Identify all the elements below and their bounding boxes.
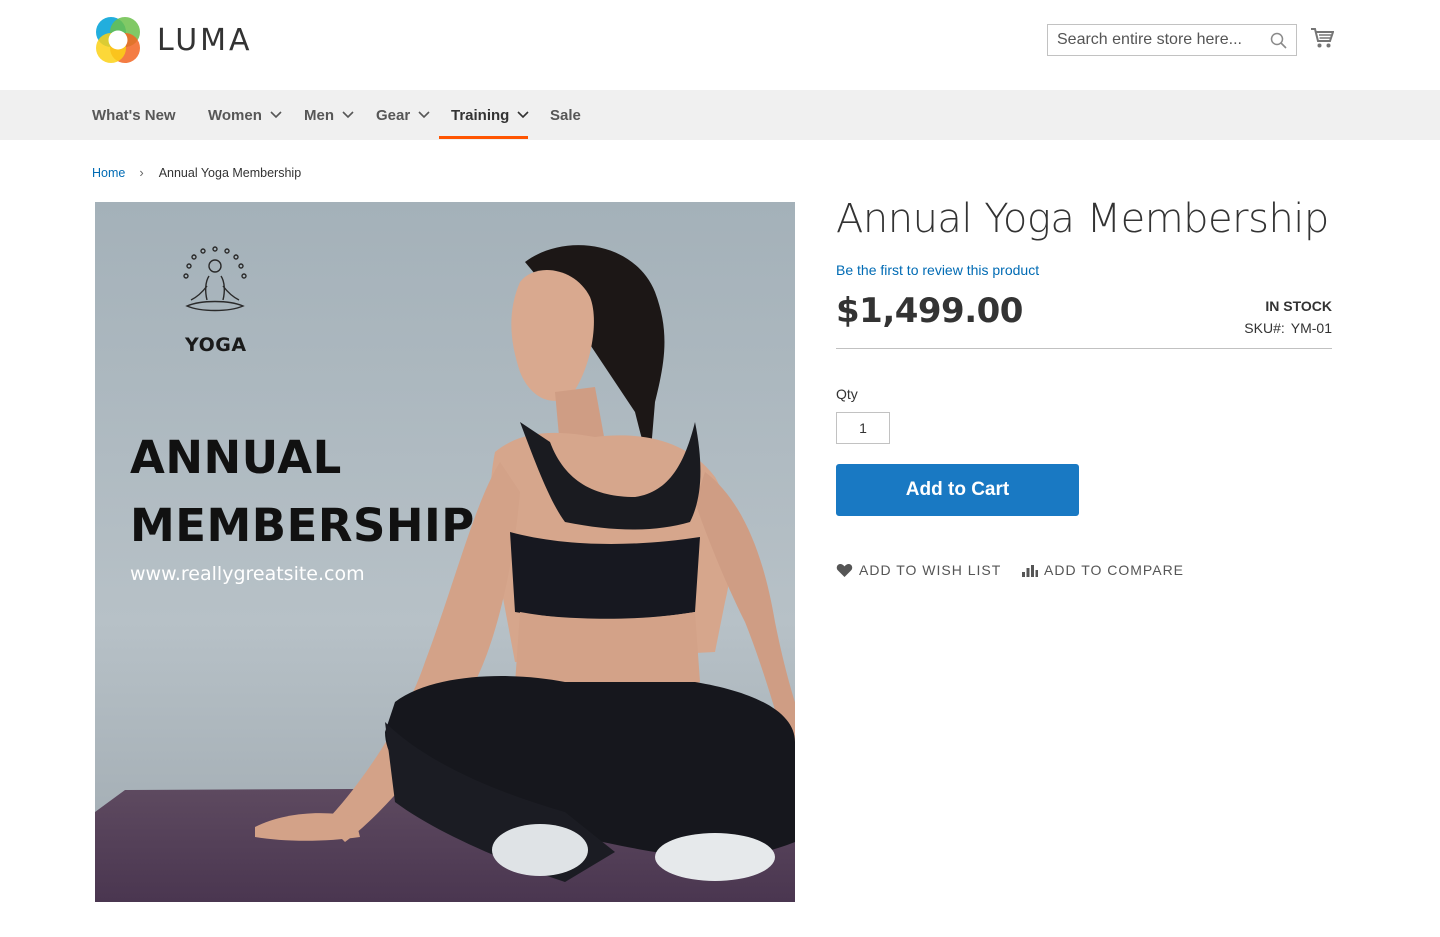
add-to-cart-button[interactable]: Add to Cart bbox=[836, 464, 1079, 516]
nav-item-label: What's New bbox=[92, 106, 176, 124]
sku-value: YM-01 bbox=[1290, 320, 1332, 336]
wishlist-label: ADD TO WISH LIST bbox=[859, 562, 1002, 578]
image-headline: ANNUAL MEMBERSHIP bbox=[130, 424, 475, 560]
image-url-text: www.reallygreatsite.com bbox=[130, 563, 365, 585]
qty-label: Qty bbox=[836, 386, 858, 402]
breadcrumb-separator: › bbox=[139, 165, 144, 180]
nav-item-label: Men bbox=[304, 106, 334, 124]
breadcrumb-home-link[interactable]: Home bbox=[92, 166, 125, 180]
nav-item-training[interactable]: Training bbox=[451, 90, 529, 140]
header: LUMA bbox=[0, 0, 1440, 90]
cart-icon[interactable] bbox=[1310, 27, 1334, 49]
divider bbox=[836, 348, 1332, 349]
chevron-down-icon bbox=[418, 111, 430, 119]
main-navigation: What's New Women Men Gear Training Sale bbox=[0, 90, 1440, 140]
chevron-down-icon bbox=[517, 111, 529, 119]
add-to-wishlist-link[interactable]: ADD TO WISH LIST bbox=[836, 562, 1001, 578]
meditation-icon bbox=[183, 246, 247, 312]
stock-status: IN STOCK bbox=[1265, 298, 1332, 314]
qty-input[interactable] bbox=[836, 412, 890, 444]
search-box bbox=[1047, 24, 1297, 56]
nav-item-label: Training bbox=[451, 106, 510, 124]
nav-item-women[interactable]: Women bbox=[208, 90, 282, 140]
image-brand-text: YOGA bbox=[185, 334, 247, 356]
chevron-down-icon bbox=[342, 111, 354, 119]
search-input[interactable] bbox=[1048, 25, 1263, 55]
nav-item-men[interactable]: Men bbox=[304, 90, 354, 140]
nav-item-whats-new[interactable]: What's New bbox=[92, 90, 176, 140]
compare-label: ADD TO COMPARE bbox=[1044, 562, 1185, 578]
logo[interactable]: LUMA bbox=[92, 14, 253, 66]
image-headline-line-1: ANNUAL bbox=[130, 431, 342, 484]
nav-item-label: Gear bbox=[376, 106, 411, 124]
product-price: $1,499.00 bbox=[836, 291, 1023, 331]
heart-icon bbox=[836, 563, 853, 577]
sku-label: SKU#: bbox=[1244, 320, 1285, 336]
product-image[interactable]: YOGA ANNUAL MEMBERSHIP www.reallygreatsi… bbox=[95, 202, 795, 902]
logo-text: LUMA bbox=[157, 22, 253, 58]
chevron-down-icon bbox=[270, 111, 282, 119]
nav-item-label: Women bbox=[208, 106, 262, 124]
nav-item-gear[interactable]: Gear bbox=[376, 90, 430, 140]
add-to-compare-link[interactable]: ADD TO COMPARE bbox=[1021, 562, 1184, 578]
compare-icon bbox=[1022, 564, 1038, 577]
product-title: Annual Yoga Membership bbox=[836, 196, 1329, 242]
sku: SKU#: YM-01 bbox=[1244, 320, 1332, 336]
image-headline-line-2: MEMBERSHIP bbox=[130, 499, 475, 552]
review-link[interactable]: Be the first to review this product bbox=[836, 262, 1039, 278]
search-icon[interactable] bbox=[1270, 32, 1287, 49]
nav-item-label: Sale bbox=[550, 106, 581, 124]
nav-active-indicator bbox=[439, 136, 528, 139]
breadcrumb-current: Annual Yoga Membership bbox=[158, 165, 302, 180]
nav-item-sale[interactable]: Sale bbox=[550, 90, 581, 140]
luma-logo-icon bbox=[96, 17, 140, 63]
breadcrumb: Home › Annual Yoga Membership bbox=[92, 165, 301, 180]
